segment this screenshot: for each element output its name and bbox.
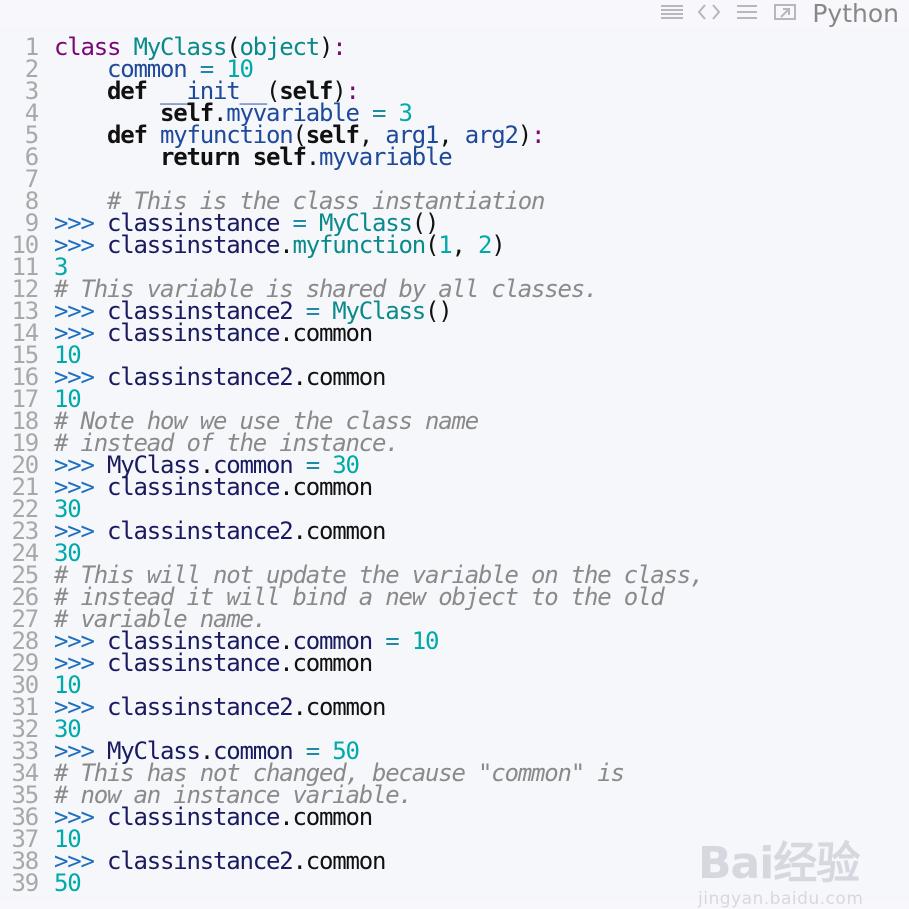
code-token: common — [292, 803, 374, 831]
code-token: ) — [319, 33, 333, 61]
line-number: 2 — [24, 55, 39, 83]
code-token: common — [292, 319, 374, 347]
watermark-sub: jingyan.baidu.com — [698, 889, 864, 909]
code-token: classinstance2 — [107, 517, 294, 545]
line-number: 8 — [24, 187, 39, 215]
code-token: return — [160, 143, 253, 171]
code-token: common — [292, 473, 374, 501]
line-number: 3 — [24, 77, 39, 105]
open-window-icon[interactable] — [773, 3, 797, 21]
code-icon[interactable] — [697, 3, 721, 21]
language-label: Python — [812, 0, 899, 28]
code-token: = — [372, 627, 412, 655]
code-token: classinstance — [107, 319, 280, 347]
code-token: . — [292, 363, 307, 391]
code-token: 10 — [411, 627, 440, 655]
code-token: . — [279, 803, 293, 831]
code-token: : — [332, 33, 346, 61]
view-source-icon[interactable] — [661, 4, 683, 20]
code-token: classinstance — [107, 649, 280, 677]
code-token: . — [305, 143, 320, 171]
code-token: ) — [491, 231, 505, 259]
code-token: classinstance — [107, 803, 280, 831]
code-token: classinstance — [107, 473, 280, 501]
code-token: . — [279, 319, 293, 347]
line-number: 1 — [24, 33, 39, 61]
line-number: 6 — [24, 143, 39, 171]
code-line: >>> classinstance2.common — [54, 693, 703, 721]
code-line: return self.myvariable — [54, 143, 703, 171]
code-token: common — [305, 363, 387, 391]
code-token: classinstance2 — [107, 363, 294, 391]
code-token: , — [451, 231, 478, 259]
code-line: >>> classinstance2.common — [54, 517, 703, 545]
watermark-main: Bai经验 — [698, 838, 860, 889]
code-token: . — [279, 649, 293, 677]
code-token: () — [425, 297, 453, 325]
code-token: self — [252, 143, 307, 171]
code-line: >>> classinstance.common — [54, 319, 703, 347]
code-token: common — [305, 693, 387, 721]
code-token: common — [292, 649, 374, 677]
code-token: myvariable — [319, 143, 453, 171]
code-token: . — [292, 847, 307, 875]
code-token: classinstance2 — [107, 693, 294, 721]
toolbar-icons — [661, 1, 797, 23]
code-toolbar: Python — [0, 0, 909, 28]
code-token: arg2 — [464, 121, 519, 149]
code-line: >>> classinstance2.common — [54, 847, 703, 875]
baidu-jingyan-watermark: Bai经验 jingyan.baidu.com — [698, 827, 863, 909]
code-line: >>> classinstance.common — [54, 803, 703, 831]
line-number: 5 — [24, 121, 39, 149]
code-token: myfunction — [292, 231, 427, 259]
code-token: . — [292, 693, 307, 721]
line-number: 7 — [24, 165, 39, 193]
line-number: 39 — [11, 869, 40, 897]
code-token: 1 — [438, 231, 452, 259]
code-line: >>> classinstance.myfunction(1, 2) — [54, 231, 703, 259]
line-number-gutter: 1 2 3 4 5 6 7 8 9 10 11 12 13 14 15 16 17 18 19 20 21 22 23 24 2… — [0, 33, 46, 897]
code-line: 50 — [54, 869, 703, 897]
code-token: common — [305, 517, 387, 545]
code-token: 2 — [478, 231, 492, 259]
code-token: : — [531, 121, 545, 149]
code-token: common — [305, 847, 387, 875]
line-number: 4 — [24, 99, 39, 127]
code-body[interactable]: class MyClass(object): common = 10 def _… — [54, 33, 704, 897]
code-token: . — [279, 473, 293, 501]
code-token: classinstance2 — [107, 847, 294, 875]
code-token: 50 — [54, 869, 82, 897]
code-token: classinstance — [107, 231, 280, 259]
code-editor[interactable]: 1 2 3 4 5 6 7 8 9 10 11 12 13 14 15 16 17 18 19 20 21 22 23 24 2… — [0, 27, 909, 909]
code-token: . — [292, 517, 307, 545]
code-line: >>> classinstance.common — [54, 649, 703, 677]
code-line: >>> classinstance2.common — [54, 363, 703, 391]
code-line: >>> classinstance.common — [54, 473, 703, 501]
code-token: . — [279, 231, 293, 259]
code-token: ) — [517, 121, 532, 149]
wrap-icon[interactable] — [735, 3, 759, 21]
code-token: ( — [425, 231, 439, 259]
